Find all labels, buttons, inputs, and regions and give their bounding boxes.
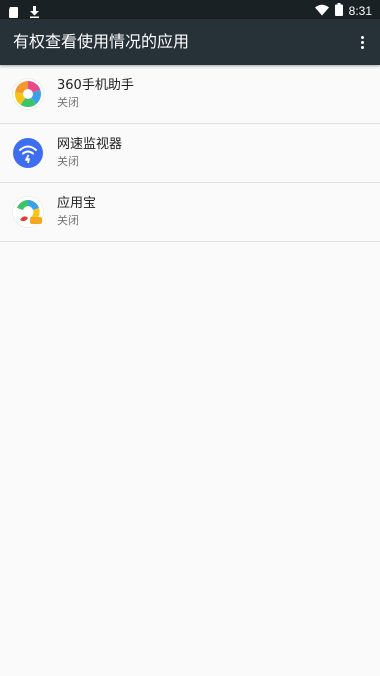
status-bar: 8:31: [0, 0, 380, 19]
list-item-360-assistant[interactable]: 360手机助手 关闭: [0, 65, 380, 124]
app-name: 网速监视器: [57, 137, 123, 152]
app-name: 360手机助手: [57, 78, 134, 93]
battery-icon: [334, 1, 343, 20]
list-item-app-treasure[interactable]: 应用宝 关闭: [0, 183, 380, 242]
app-status: 关闭: [57, 214, 79, 227]
wifi-icon: [314, 1, 329, 20]
app-name: 应用宝: [57, 196, 97, 211]
list-item-net-speed-monitor[interactable]: 网速监视器 关闭: [0, 124, 380, 183]
360-assistant-icon: [12, 78, 44, 110]
app-status: 关闭: [57, 155, 79, 168]
app-bar: 有权查看使用情况的应用: [0, 19, 380, 65]
net-speed-monitor-icon: [12, 137, 44, 169]
app-status: 关闭: [57, 96, 79, 109]
app-treasure-icon: [12, 196, 44, 228]
more-vert-icon[interactable]: [352, 28, 372, 56]
page-title: 有权查看使用情况的应用: [13, 32, 190, 51]
status-time: 8:31: [348, 3, 372, 18]
app-list: 360手机助手 关闭 网速监视器 关闭 应用宝 关闭: [0, 65, 380, 242]
